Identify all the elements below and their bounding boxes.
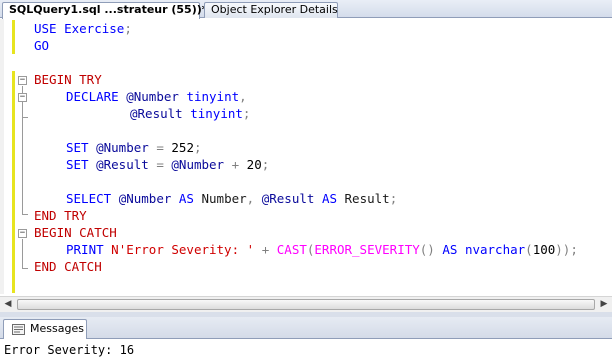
code-token: Exercise bbox=[64, 21, 125, 36]
code-token: @Result bbox=[96, 157, 149, 172]
code-token: SET bbox=[66, 157, 89, 172]
code-line: USE Exercise; bbox=[0, 20, 612, 37]
code-token: AS bbox=[321, 191, 337, 206]
code-token: @Result bbox=[261, 191, 315, 206]
scroll-right-icon[interactable]: ▶ bbox=[596, 297, 612, 312]
code-token: AS bbox=[178, 191, 194, 206]
code-token: END CATCH bbox=[34, 259, 102, 274]
code-lines: USE Exercise; GO BEGIN TRY DECLARE @Numb… bbox=[0, 20, 612, 275]
tab-messages-label: Messages bbox=[30, 322, 84, 335]
code-line: SELECT @Number AS Number, @Result AS Res… bbox=[0, 190, 612, 207]
code-token: = bbox=[156, 157, 164, 172]
tab-sqlquery1[interactable]: SQLQuery1.sql ...strateur (55))* bbox=[2, 2, 208, 19]
code-line: END CATCH bbox=[0, 258, 612, 275]
code-line: BEGIN TRY bbox=[0, 71, 612, 88]
code-token: @Result bbox=[130, 106, 183, 121]
messages-icon bbox=[12, 324, 25, 335]
code-token: Result bbox=[344, 191, 390, 206]
code-token: AS bbox=[442, 242, 458, 257]
code-token: 100 bbox=[532, 242, 556, 257]
code-line: @Result tinyint; bbox=[0, 105, 612, 122]
code-token: BEGIN CATCH bbox=[34, 225, 117, 240]
code-token: , bbox=[246, 191, 262, 206]
code-token: ; bbox=[242, 106, 251, 121]
scrollbar-thumb[interactable] bbox=[17, 299, 595, 310]
code-token: GO bbox=[34, 38, 50, 53]
code-token: ; bbox=[261, 157, 270, 172]
code-token: tinyint bbox=[186, 89, 240, 104]
code-token: ; bbox=[124, 21, 132, 36]
document-tab-strip: SQLQuery1.sql ...strateur (55))* Object … bbox=[0, 0, 612, 19]
editor-horizontal-scrollbar[interactable]: ◀ ▶ bbox=[0, 296, 612, 312]
tab-object-explorer-details-label: Object Explorer Details bbox=[211, 3, 338, 16]
code-token: () bbox=[419, 242, 435, 257]
code-token: ( bbox=[525, 242, 533, 257]
code-token: SET bbox=[66, 140, 89, 155]
code-token: DECLARE bbox=[66, 89, 119, 104]
code-token: 252 bbox=[171, 140, 194, 155]
code-token: ; bbox=[389, 191, 398, 206]
scroll-left-icon[interactable]: ◀ bbox=[0, 297, 16, 312]
code-token: tinyint bbox=[190, 106, 243, 121]
code-token: )); bbox=[555, 242, 578, 257]
code-token: @Number bbox=[126, 89, 179, 104]
code-token: = bbox=[156, 140, 164, 155]
code-token: @Number bbox=[118, 191, 172, 206]
code-token: + bbox=[231, 157, 240, 172]
code-line: END TRY bbox=[0, 207, 612, 224]
code-token: END TRY bbox=[34, 208, 87, 223]
code-token: BEGIN TRY bbox=[34, 72, 102, 87]
code-token: @Number bbox=[171, 157, 225, 172]
messages-output: Error Severity: 16 bbox=[0, 340, 612, 360]
code-token: N'Error Severity: ' bbox=[111, 242, 255, 257]
query-editor[interactable]: − − − USE Exercise; GO BEGIN TRY DECLARE… bbox=[0, 19, 612, 296]
code-line: PRINT N'Error Severity: ' + CAST(ERROR_S… bbox=[0, 241, 612, 258]
code-token: PRINT bbox=[66, 242, 104, 257]
code-line: GO bbox=[0, 37, 612, 54]
tab-messages[interactable]: Messages bbox=[3, 319, 87, 339]
code-token: 20 bbox=[246, 157, 262, 172]
code-line: SET @Result = @Number + 20; bbox=[0, 156, 612, 173]
tab-object-explorer-details[interactable]: Object Explorer Details bbox=[204, 2, 338, 18]
code-line: DECLARE @Number tinyint, bbox=[0, 88, 612, 105]
results-tab-strip: Messages bbox=[0, 317, 612, 339]
code-line: SET @Number = 252; bbox=[0, 139, 612, 156]
code-token: USE bbox=[34, 21, 57, 36]
code-token: ; bbox=[193, 140, 202, 155]
code-token: , bbox=[239, 89, 247, 104]
code-line: BEGIN CATCH bbox=[0, 224, 612, 241]
code-token: CAST bbox=[276, 242, 307, 257]
code-token: Number bbox=[201, 191, 247, 206]
code-token: SELECT bbox=[66, 191, 112, 206]
tab-sqlquery1-label: SQLQuery1.sql ...strateur (55))* bbox=[9, 3, 208, 16]
code-token: ERROR_SEVERITY bbox=[314, 242, 420, 257]
code-token: nvarchar bbox=[464, 242, 526, 257]
code-token: @Number bbox=[96, 140, 149, 155]
message-text: Error Severity: 16 bbox=[4, 343, 135, 357]
